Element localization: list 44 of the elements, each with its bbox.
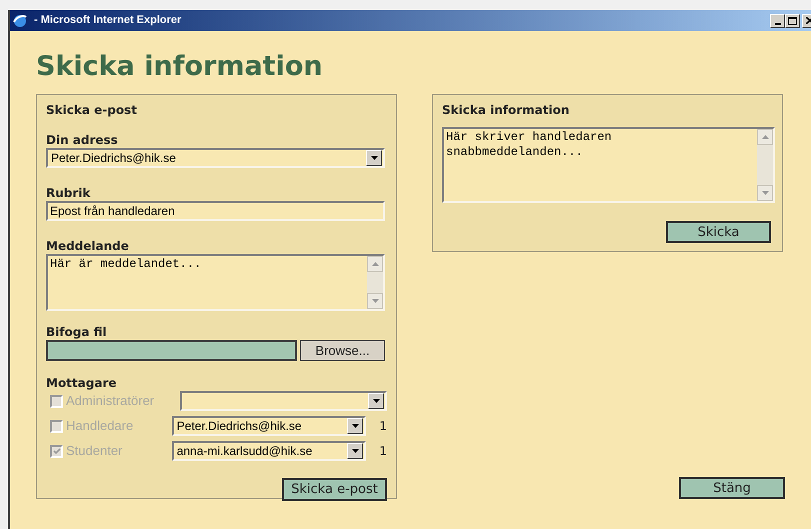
select-field[interactable]: Peter.Diedrichs@hik.se <box>46 148 385 168</box>
scrollbar[interactable] <box>367 256 383 309</box>
dropdown-button[interactable] <box>366 150 382 166</box>
scrollbar[interactable] <box>757 129 773 201</box>
browser-icon <box>12 12 28 28</box>
checkbox-label: Administratörer <box>66 392 154 410</box>
maximize-button[interactable] <box>785 14 800 28</box>
recipient-count: 1 <box>379 443 387 460</box>
page-heading: Skicka information <box>36 51 324 83</box>
field-label: Din adress <box>46 133 119 147</box>
close-page-button[interactable]: Stäng <box>679 477 785 499</box>
field-label: Bifoga fil <box>46 325 108 339</box>
window-title: - Microsoft Internet Explorer <box>34 13 182 28</box>
recipient-count: 1 <box>379 418 387 435</box>
dropdown-button[interactable] <box>368 393 384 409</box>
send-button[interactable]: Skicka <box>666 221 771 243</box>
browse-button[interactable]: Browse... <box>300 340 385 361</box>
checkbox-label: Handledare <box>66 417 134 436</box>
up-arrow-icon <box>372 262 378 266</box>
field-label: Meddelande <box>46 239 130 253</box>
down-arrow-icon <box>762 191 768 195</box>
checkbox-label: Studenter <box>66 442 122 460</box>
panel-title: Skicka information <box>442 103 570 117</box>
field-label: Rubrik <box>46 186 92 200</box>
text-field[interactable]: Epost från handledaren <box>46 201 385 221</box>
caret-icon <box>352 449 359 453</box>
minimize-button[interactable] <box>770 14 785 28</box>
maximize-icon <box>788 16 797 24</box>
panel-title: Skicka e-post <box>46 103 138 117</box>
up-arrow-icon <box>762 135 768 139</box>
caret-icon <box>370 156 378 160</box>
file-path-field[interactable] <box>46 340 297 361</box>
checkmark-icon <box>52 448 60 454</box>
field-label: Mottagare <box>46 376 118 390</box>
caret-icon <box>372 399 380 403</box>
minimize-icon <box>774 22 780 24</box>
select-field[interactable] <box>180 391 387 411</box>
dropdown-button[interactable] <box>347 418 364 434</box>
down-arrow-icon <box>372 299 378 303</box>
textarea-field[interactable]: Här är meddelandet... <box>46 254 385 311</box>
textarea-field[interactable]: Här skriver handledaren snabbmeddelanden... <box>442 127 775 203</box>
caret-icon <box>352 424 359 428</box>
dropdown-button[interactable] <box>347 443 364 459</box>
send-email-button[interactable]: Skicka e-post <box>282 478 387 501</box>
